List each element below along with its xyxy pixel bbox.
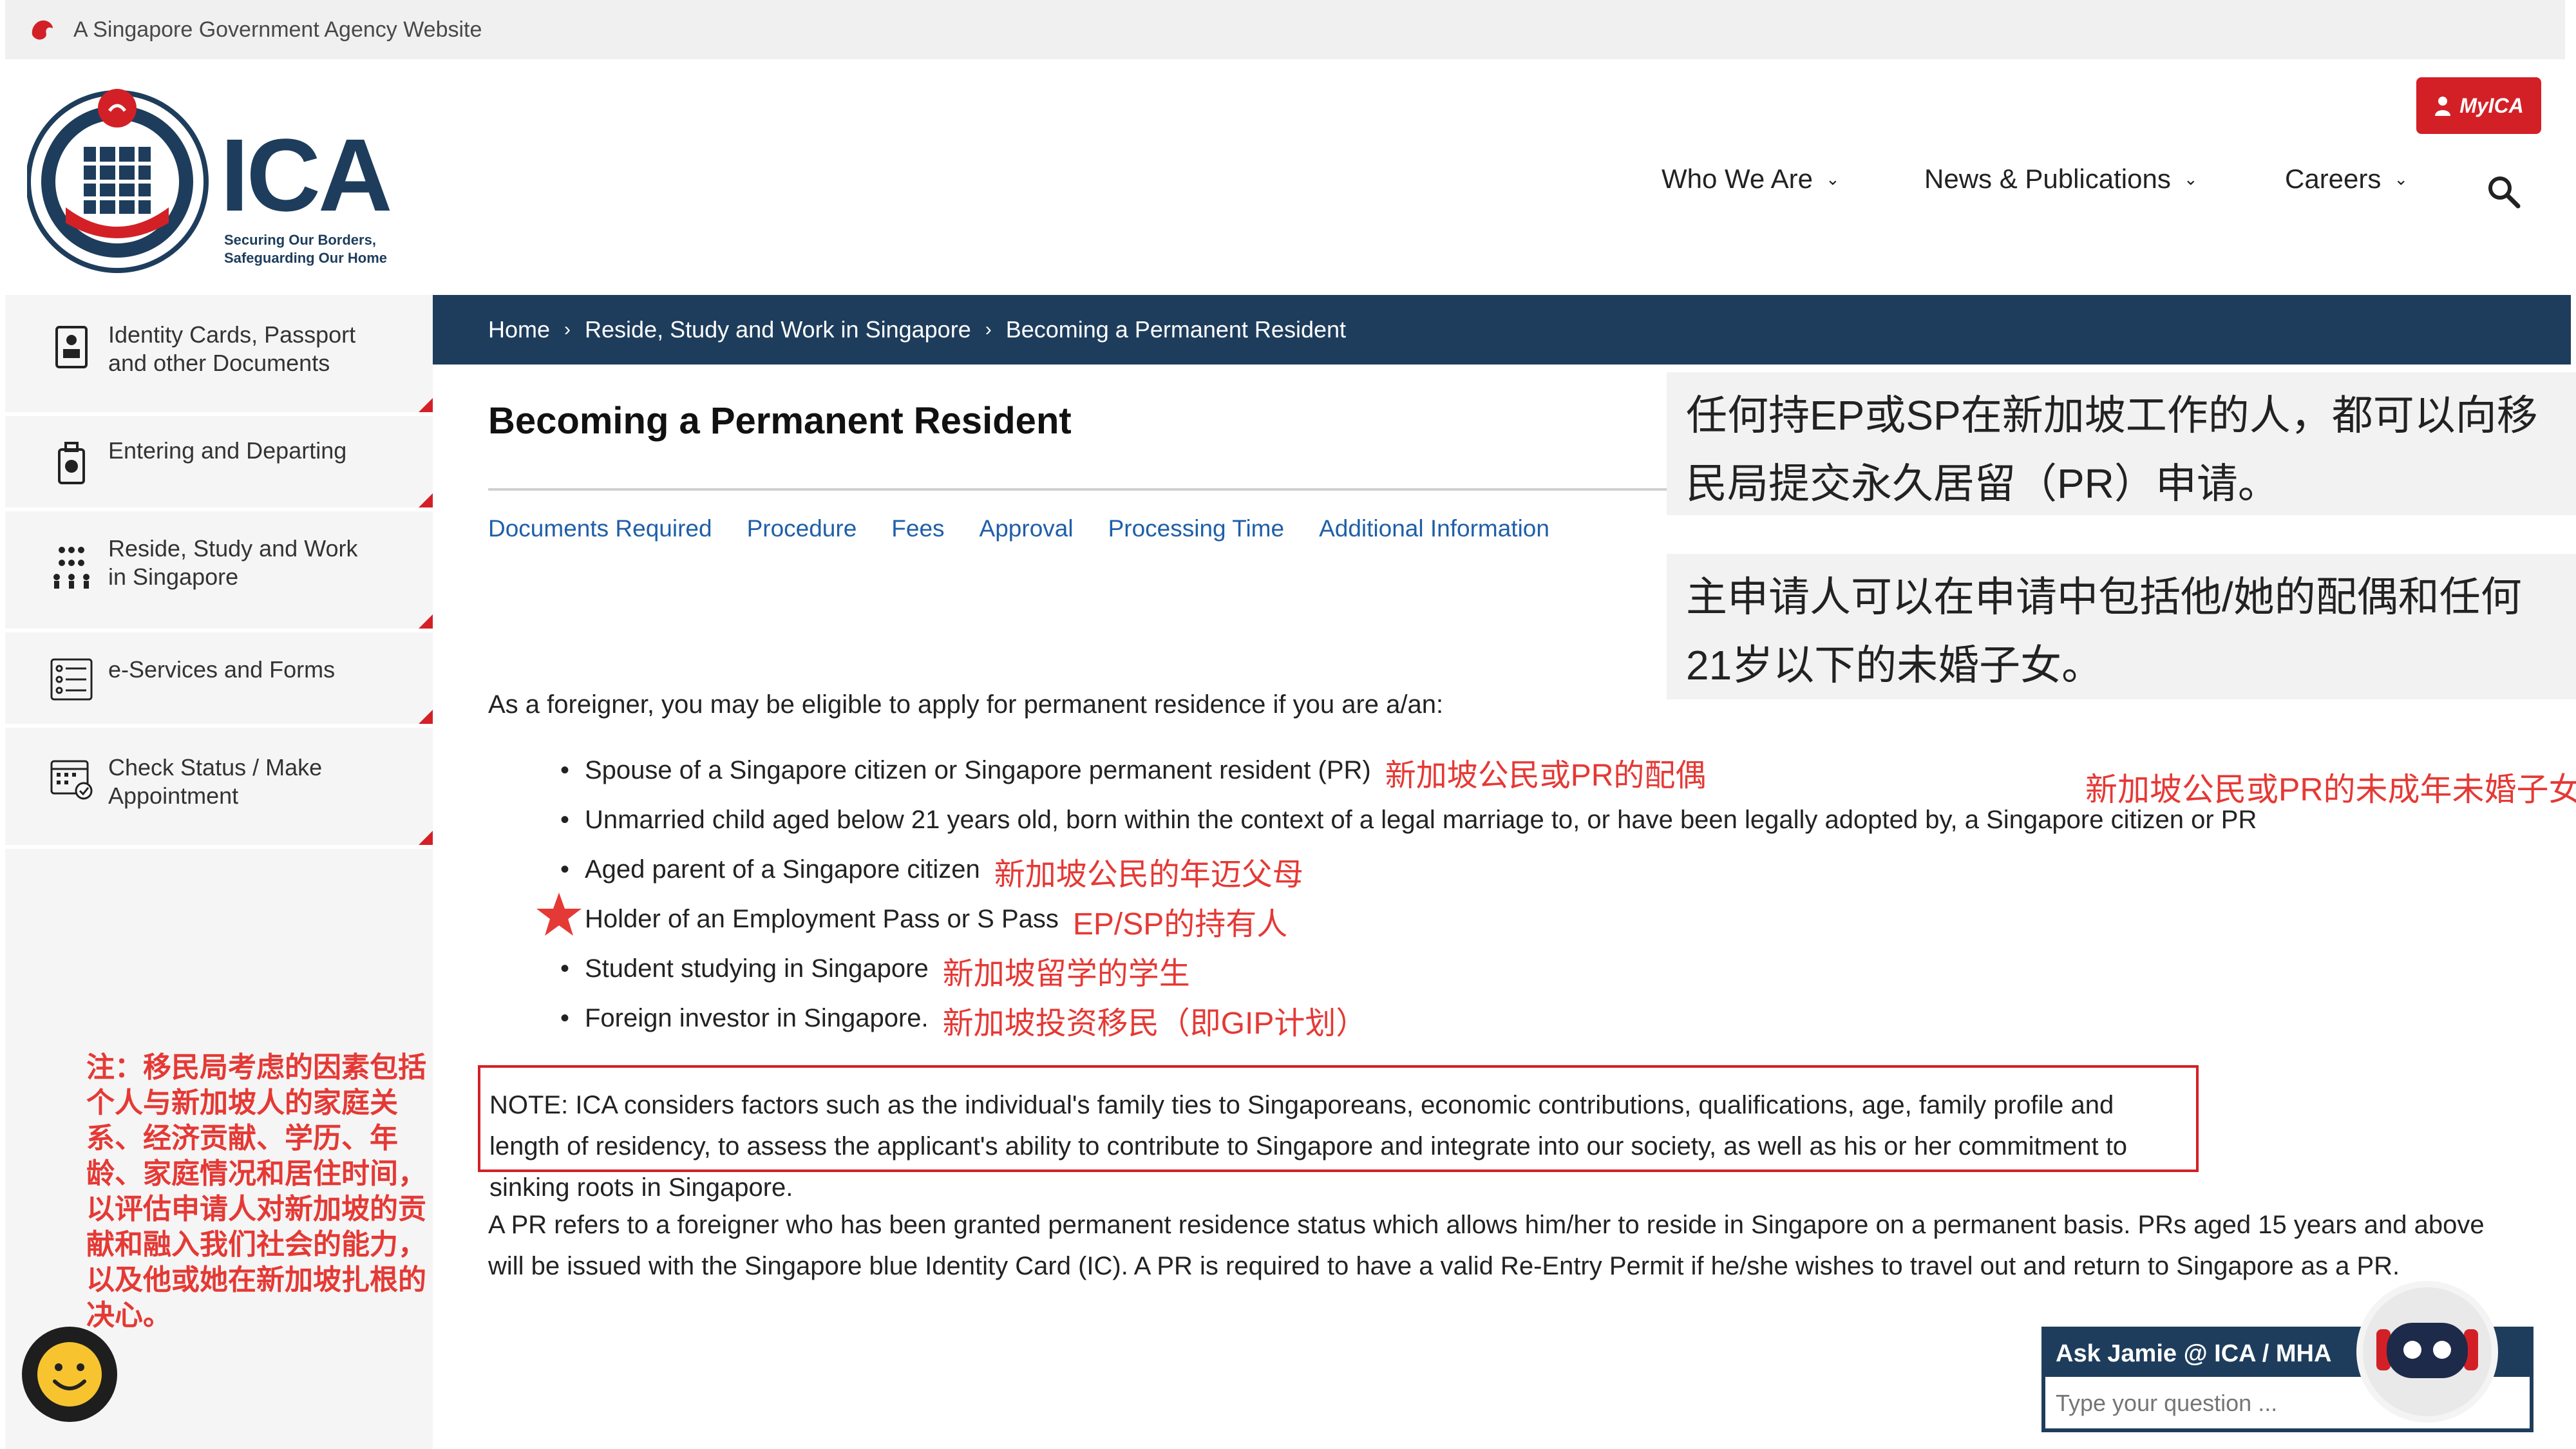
list-item-text: Holder of an Employment Pass or S Pass: [585, 905, 1059, 933]
list-item-text: Student studying in Singapore: [585, 954, 929, 983]
nav-label: News & Publications: [1924, 164, 2171, 194]
breadcrumb: Home › Reside, Study and Work in Singapo…: [433, 295, 2571, 365]
annotation-text: 新加坡公民或PR的配偶: [1385, 759, 1707, 793]
list-item-text: Aged parent of a Singapore citizen: [585, 855, 980, 884]
corner-marker: [419, 398, 433, 412]
singapore-lion-icon: [32, 20, 53, 40]
sidebar-item-check-status[interactable]: Check Status / Make Appointment: [5, 728, 433, 849]
id-card-icon: [55, 326, 88, 368]
sidebar-item-label: Reside, Study and Work in Singapore: [108, 535, 358, 590]
sidebar-item-entering-departing[interactable]: Entering and Departing: [5, 416, 433, 511]
chevron-right-icon: ›: [985, 319, 992, 340]
list-item: Student studying in Singapore 新加坡留学的学生: [560, 954, 2257, 1004]
myica-label: MyICA: [2459, 93, 2524, 117]
annotation-box-ep-sp: 任何持EP或SP在新加坡工作的人，都可以向移民局提交永久居留（PR）申请。: [1667, 372, 2576, 515]
section-tabs: Documents Required Procedure Fees Approv…: [488, 515, 1549, 542]
tab-documents-required[interactable]: Documents Required: [488, 515, 712, 542]
breadcrumb-reside-study-work[interactable]: Reside, Study and Work in Singapore: [585, 316, 971, 343]
nav-who-we-are[interactable]: Who We Are ⌄: [1662, 164, 1840, 194]
list-item: Aged parent of a Singapore citizen 新加坡公民的…: [560, 855, 2257, 905]
smiley-icon: [37, 1342, 102, 1406]
logo-tagline-1: Securing Our Borders,: [224, 232, 376, 248]
sidebar-item-label: Check Status / Make Appointment: [108, 754, 323, 809]
corner-marker: [419, 831, 433, 845]
nav-news-publications[interactable]: News & Publications ⌄: [1924, 164, 2198, 194]
breadcrumb-current: Becoming a Permanent Resident: [1005, 316, 1347, 343]
pr-description: A PR refers to a foreigner who has been …: [488, 1211, 2485, 1280]
page-title: Becoming a Permanent Resident: [488, 400, 1072, 442]
myica-button[interactable]: MyICA: [2416, 77, 2541, 134]
list-item: Spouse of a Singapore citizen or Singapo…: [560, 756, 2257, 806]
list-item: Foreign investor in Singapore. 新加坡投资移民（即G…: [560, 1004, 2257, 1054]
list-item: Holder of an Employment Pass or S Pass EP…: [560, 905, 2257, 954]
annotation-text: 新加坡公民的年迈父母: [994, 858, 1303, 892]
star-icon: [536, 893, 582, 936]
intro-text: As a foreigner, you may be eligible to a…: [488, 690, 1444, 719]
user-icon: [2435, 97, 2451, 116]
form-list-icon: [50, 658, 93, 701]
tab-additional-information[interactable]: Additional Information: [1319, 515, 1549, 542]
search-icon[interactable]: [2485, 173, 2523, 211]
tab-fees[interactable]: Fees: [891, 515, 944, 542]
gov-masthead-text: A Singapore Government Agency Website: [73, 17, 482, 42]
title-divider: [488, 488, 1667, 491]
nav-careers[interactable]: Careers ⌄: [2285, 164, 2408, 194]
corner-marker: [419, 493, 433, 507]
logo-tagline-2: Safeguarding Our Home: [224, 250, 388, 266]
annotation-text: EP/SP的持有人: [1072, 907, 1288, 942]
list-item-text: Foreign investor in Singapore.: [585, 1004, 929, 1032]
list-item-text: Unmarried child aged below 21 years old,…: [585, 806, 2257, 834]
ica-logo[interactable]: ICA Securing Our Borders, Safeguarding O…: [26, 85, 426, 278]
annotation-note: 注：移民局考虑的因素包括个人与新加坡人的家庭关系、经济贡献、学历、年龄、家庭情况…: [86, 1052, 426, 1331]
sidebar-item-label: Identity Cards, Passport and other Docume…: [108, 321, 356, 376]
chevron-down-icon: ⌄: [2183, 169, 2198, 189]
eligibility-list: Spouse of a Singapore citizen or Singapo…: [560, 756, 2257, 1054]
logo-wordmark: ICA: [220, 117, 393, 232]
note-box: NOTE: ICA considers factors such as the …: [478, 1065, 2199, 1202]
nav-label: Who We Are: [1662, 164, 1813, 194]
nav-label: Careers: [2285, 164, 2382, 194]
chevron-right-icon: ›: [564, 319, 571, 340]
annotation-child: 新加坡公民或PR的未成年未婚子女: [2085, 772, 2576, 808]
chevron-down-icon: ⌄: [1825, 169, 1840, 189]
annotation-text: 新加坡投资移民（即GIP计划）: [942, 1007, 1367, 1041]
people-icon: [53, 547, 90, 589]
gov-masthead: A Singapore Government Agency Website: [5, 0, 2565, 59]
chevron-down-icon: ⌄: [2394, 169, 2409, 189]
sidebar-item-label: e-Services and Forms: [108, 656, 336, 683]
chatbot-avatar-icon[interactable]: [2353, 1278, 2501, 1426]
annotation-box-dependants: 主申请人可以在申请中包括他/她的配偶和任何21岁以下的未婚子女。: [1667, 554, 2576, 699]
tab-procedure[interactable]: Procedure: [747, 515, 857, 542]
list-item: Unmarried child aged below 21 years old,…: [560, 806, 2257, 855]
sidebar-item-reside-study-work[interactable]: Reside, Study and Work in Singapore: [5, 511, 433, 632]
sidebar-item-identity-cards[interactable]: Identity Cards, Passport and other Docume…: [5, 295, 433, 416]
list-item-text: Spouse of a Singapore citizen or Singapo…: [585, 756, 1371, 784]
annotation-text: 新加坡留学的学生: [942, 957, 1190, 991]
tab-approval[interactable]: Approval: [980, 515, 1074, 542]
feedback-smiley-button[interactable]: [22, 1327, 117, 1422]
sidebar-item-eservices-forms[interactable]: e-Services and Forms: [5, 632, 433, 728]
sidebar-item-label: Entering and Departing: [108, 437, 347, 464]
corner-marker: [419, 614, 433, 629]
site-header: ICA Securing Our Borders, Safeguarding O…: [5, 59, 2565, 295]
tab-processing-time[interactable]: Processing Time: [1108, 515, 1285, 542]
breadcrumb-home[interactable]: Home: [488, 316, 550, 343]
luggage-icon: [58, 442, 85, 484]
calendar-check-icon: [50, 760, 93, 800]
corner-marker: [419, 710, 433, 724]
